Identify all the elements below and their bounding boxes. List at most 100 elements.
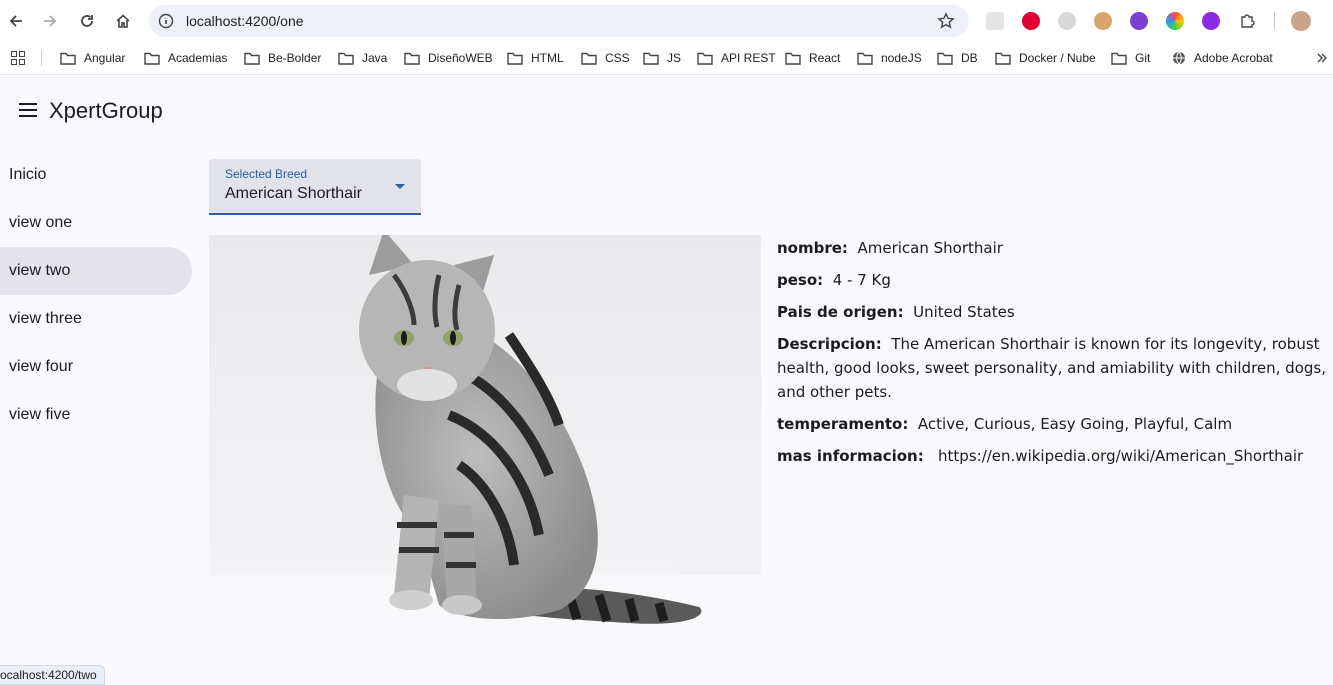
nav-item-view-three[interactable]: view three (0, 295, 192, 343)
bookmark-item[interactable]: Academias (144, 50, 227, 66)
bookmark-label: DiseñoWEB (428, 51, 493, 65)
detail-value: Active, Curious, Easy Going, Playful, Ca… (917, 415, 1233, 433)
detail-value: United States (913, 303, 1015, 321)
profile-avatar[interactable] (1291, 11, 1311, 31)
bookmarks-bar: Angular Academias Be-Bolder Java DiseñoWEB HT… (0, 42, 1333, 75)
folder-icon (60, 52, 76, 65)
detail-label: Descripcion: (777, 335, 882, 353)
detail-origen: Pais de origen: United States (777, 300, 1332, 324)
bookmark-label: Git (1135, 51, 1151, 65)
bookmark-label: nodeJS (881, 51, 922, 65)
folder-icon (995, 52, 1011, 65)
bookmark-item[interactable]: API REST (697, 50, 776, 66)
folder-icon (857, 52, 873, 65)
bookmark-item[interactable]: DB (937, 50, 978, 66)
detail-label: mas informacion: (777, 447, 924, 465)
extension-icon[interactable] (1130, 12, 1148, 30)
toolbar-divider (1274, 12, 1275, 30)
nav-item-label: view one (9, 214, 73, 231)
bookmark-item[interactable]: JS (643, 50, 681, 66)
detail-peso: peso: 4 - 7 Kg (777, 268, 1332, 292)
bookmarks-divider (41, 50, 42, 66)
reload-button[interactable] (75, 9, 99, 33)
bookmark-item[interactable]: DiseñoWEB (404, 50, 493, 66)
detail-value: American Shorthair (857, 239, 1003, 257)
bookmark-item[interactable]: React (785, 50, 840, 66)
site-info-icon[interactable] (158, 13, 174, 29)
bookmark-label: DB (961, 51, 978, 65)
bookmark-item[interactable]: CSS (581, 50, 630, 66)
detail-temperamento: temperamento: Active, Curious, Easy Goin… (777, 412, 1332, 436)
folder-icon (404, 52, 420, 65)
folder-icon (697, 52, 713, 65)
breed-select-value: American Shorthair (225, 185, 362, 202)
bookmark-item[interactable]: Adobe Acrobat (1172, 50, 1273, 66)
puzzle-icon (1241, 14, 1255, 28)
wikipedia-link[interactable]: https://en.wikipedia.org/wiki/American_S… (938, 447, 1303, 465)
nav-item-view-two[interactable]: view two (0, 247, 192, 295)
bookmark-label: Java (362, 51, 388, 65)
bookmark-item[interactable]: Docker / Nube (995, 50, 1096, 66)
nav-item-label: view four (9, 358, 74, 375)
folder-icon (244, 52, 260, 65)
link-status-bar: ocalhost:4200/two (0, 665, 105, 685)
extension-icon[interactable] (1166, 12, 1184, 30)
extensions-button[interactable] (1235, 9, 1259, 33)
back-button[interactable] (4, 9, 28, 33)
breed-image (209, 235, 761, 649)
bookmark-label: Adobe Acrobat (1194, 51, 1273, 65)
bookmark-item[interactable]: Git (1111, 50, 1150, 66)
browser-toolbar: localhost:4200/one (0, 0, 1333, 42)
nav-item-view-four[interactable]: view four (0, 343, 192, 391)
nav-item-label: view two (9, 262, 71, 279)
extension-icon[interactable] (1058, 12, 1076, 30)
nav-item-label: Inicio (9, 166, 47, 183)
bookmark-label: JS (667, 51, 682, 65)
folder-icon (507, 52, 523, 65)
bookmark-star-icon[interactable] (937, 12, 955, 30)
side-nav: Inicio view one view two view three view… (0, 151, 192, 439)
bookmark-item[interactable]: HTML (507, 50, 564, 66)
bookmark-item[interactable]: Java (338, 50, 387, 66)
breed-select[interactable]: Selected Breed American Shorthair (209, 159, 421, 215)
bookmark-label: Be-Bolder (268, 51, 322, 65)
folder-icon (643, 52, 659, 65)
forward-button[interactable] (38, 9, 62, 33)
folder-icon (937, 52, 953, 65)
bookmark-item[interactable]: Be-Bolder (244, 50, 321, 66)
home-button[interactable] (111, 9, 135, 33)
nav-item-view-one[interactable]: view one (0, 199, 192, 247)
dropdown-arrow-icon (395, 184, 405, 189)
bookmark-item[interactable]: Angular (60, 50, 125, 66)
bookmark-label: CSS (605, 51, 630, 65)
forward-arrow-icon (44, 15, 57, 27)
breed-details: nombre: American Shorthair peso: 4 - 7 K… (777, 236, 1332, 476)
detail-value: 4 - 7 Kg (832, 271, 891, 289)
bookmark-label: HTML (531, 51, 564, 65)
detail-nombre: nombre: American Shorthair (777, 236, 1332, 260)
more-bookmarks-icon[interactable] (1316, 52, 1328, 64)
menu-icon[interactable] (19, 102, 39, 118)
detail-label: nombre: (777, 239, 848, 257)
detail-label: temperamento: (777, 415, 909, 433)
extension-icon[interactable] (1094, 12, 1112, 30)
bookmark-label: Academias (168, 51, 228, 65)
folder-icon (1111, 52, 1127, 65)
breed-select-label: Selected Breed (225, 167, 308, 181)
angular-extension-icon[interactable] (1022, 12, 1040, 30)
extension-icon[interactable] (1202, 12, 1220, 30)
app-title: XpertGroup (49, 98, 163, 123)
nav-item-inicio[interactable]: Inicio (0, 151, 192, 199)
bookmark-item[interactable]: nodeJS (857, 50, 922, 66)
bookmark-label: Angular (84, 51, 126, 65)
apps-grid-icon[interactable] (11, 51, 25, 65)
nav-item-label: view five (9, 406, 71, 423)
url-text[interactable]: localhost:4200/one (186, 13, 304, 29)
extension-icon[interactable] (986, 12, 1004, 30)
nav-item-view-five[interactable]: view five (0, 391, 192, 439)
folder-icon (581, 52, 597, 65)
address-bar[interactable]: localhost:4200/one (149, 5, 969, 37)
detail-descripcion: Descripcion: The American Shorthair is k… (777, 332, 1332, 404)
folder-icon (144, 52, 160, 65)
bookmark-label: React (809, 51, 841, 65)
